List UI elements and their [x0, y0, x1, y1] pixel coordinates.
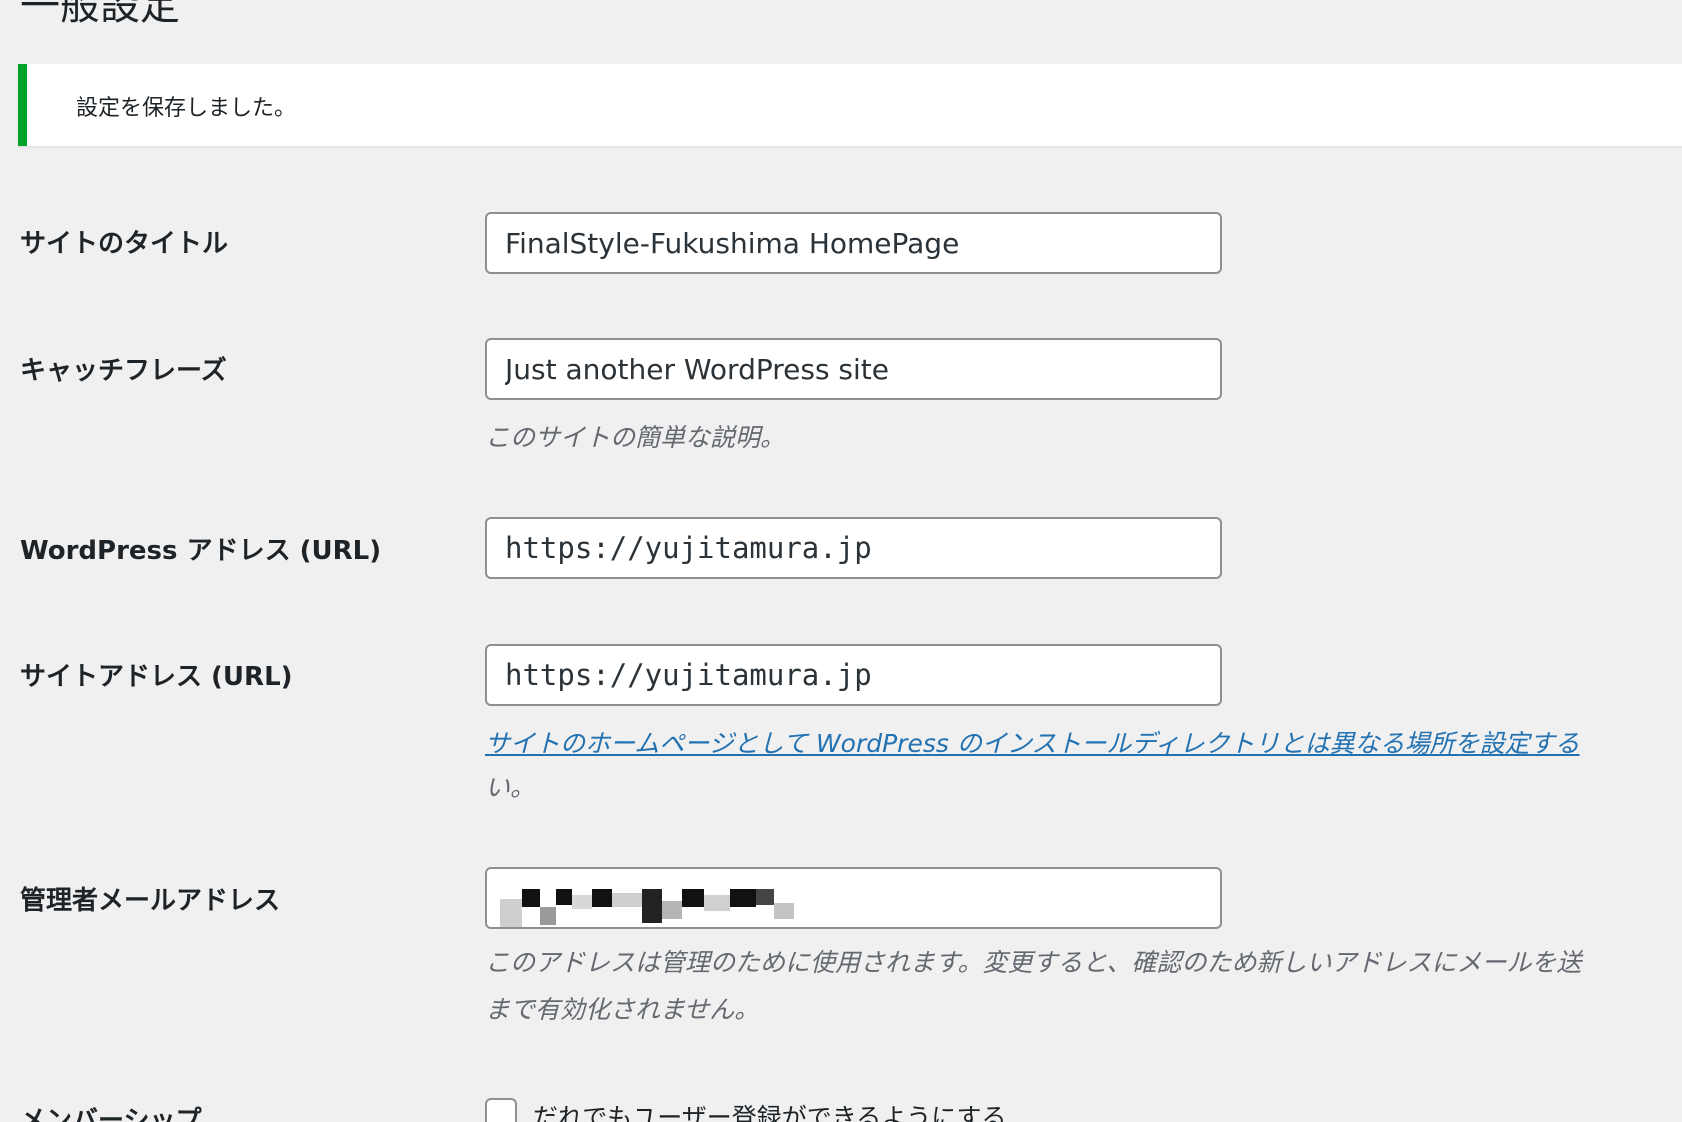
site-address-label: サイトアドレス (URL)	[20, 662, 293, 692]
admin-email-description-line2: まで有効化されません。	[485, 995, 760, 1024]
site-address-input[interactable]	[485, 644, 1222, 706]
notice-text: 設定を保存しました。	[76, 96, 297, 121]
site-title-input[interactable]	[485, 212, 1222, 274]
wordpress-address-label: WordPress アドレス (URL)	[20, 536, 382, 566]
admin-email-label: 管理者メールアドレス	[20, 886, 281, 916]
admin-email-description-line1: このアドレスは管理のために使用されます。変更すると、確認のため新しいアドレスにメ…	[485, 948, 1582, 977]
site-title-label: サイトのタイトル	[20, 229, 229, 259]
membership-checkbox[interactable]	[485, 1098, 517, 1122]
general-settings-page: 一般設定 設定を保存しました。 サイトのタイトル キャッチフレーズ このサイトの…	[0, 0, 1682, 1122]
membership-label: メンバーシップ	[20, 1106, 202, 1122]
site-address-description: サイトのホームページとして WordPress のインストールディレクトリとは異…	[485, 724, 1580, 760]
site-address-description-tail: い。	[485, 773, 536, 802]
wordpress-address-input[interactable]	[485, 517, 1222, 579]
tagline-input[interactable]	[485, 338, 1222, 400]
site-address-help-link[interactable]: サイトのホームページとして WordPress のインストールディレクトリとは異…	[485, 729, 1580, 758]
page-title: 一般設定	[20, 0, 180, 29]
settings-saved-notice: 設定を保存しました。	[18, 64, 1682, 146]
tagline-description: このサイトの簡単な説明。	[485, 423, 786, 452]
tagline-label: キャッチフレーズ	[20, 356, 227, 386]
admin-email-input[interactable]	[485, 867, 1222, 929]
membership-checkbox-label[interactable]: だれでもユーザー登録ができるようにする	[533, 1098, 1007, 1122]
